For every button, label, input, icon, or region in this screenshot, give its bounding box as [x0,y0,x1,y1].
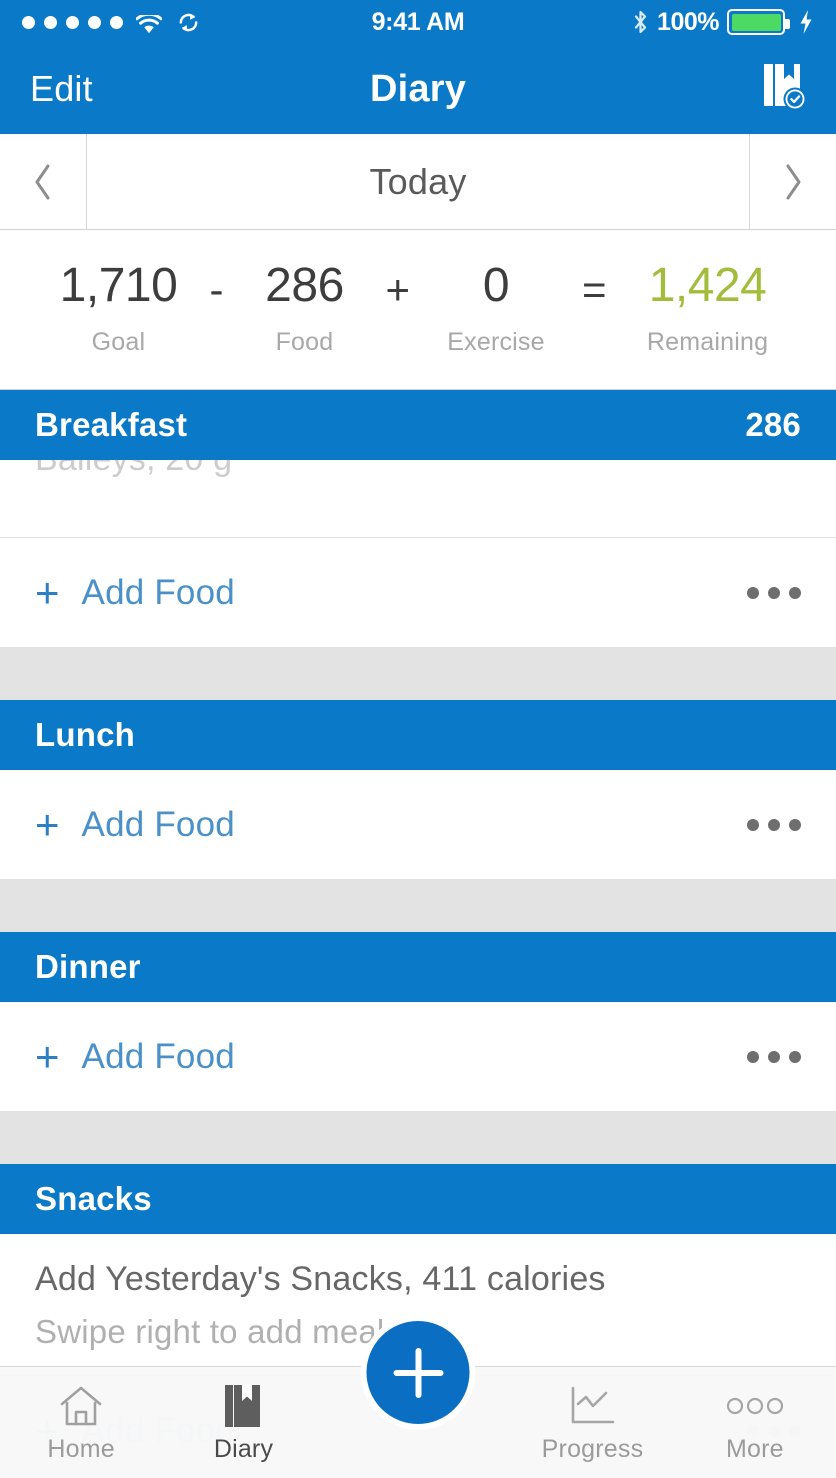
goal-label: Goal [91,328,146,356]
operator-equals: = [582,265,607,313]
lightning-bolt-icon [798,9,814,35]
battery-percent-label: 100% [657,7,719,36]
tab-progress[interactable]: Progress [511,1367,673,1464]
tab-label: Diary [213,1435,274,1463]
section-gap [0,880,836,932]
operator-plus: + [385,265,410,313]
meal-calories: 286 [745,406,801,443]
lunch-section: Lunch + Add Food [0,700,836,880]
add-food-row-lunch[interactable]: + Add Food [0,770,836,880]
tab-label: More [725,1435,784,1463]
tab-more[interactable]: More [674,1367,836,1464]
complete-diary-button[interactable] [762,62,807,117]
food-label: Food [275,328,334,356]
status-bar: 9:41 AM 100% [0,0,836,44]
page-title: Diary [369,67,467,110]
calorie-summary[interactable]: 1,710 Goal - 286 Food + 0 Exercise = 1,4… [0,230,836,390]
tab-label: Home [47,1435,115,1463]
meal-header-breakfast[interactable]: Breakfast 286 [0,390,836,460]
next-day-button[interactable] [749,134,836,229]
line-chart-icon [567,1381,617,1431]
goal-value: 1,710 [59,259,178,312]
ellipsis-icon[interactable] [747,1050,801,1063]
breakfast-section: Coffee Creamer Baileys, 20 g 92 Breakfas… [0,390,836,648]
summary-goal: 1,710 Goal [33,262,203,357]
operator-minus: - [209,265,224,313]
plus-icon: + [35,1032,60,1080]
plus-icon: + [35,568,60,616]
add-food-row-breakfast[interactable]: + Add Food [0,538,836,648]
add-food-label: Add Food [81,1036,235,1076]
tab-diary[interactable]: Diary [162,1367,324,1464]
meal-title: Snacks [35,1180,152,1217]
meal-title: Dinner [35,948,141,985]
food-entry-row[interactable] [0,460,836,538]
plus-icon [391,1346,445,1400]
home-icon [58,1381,104,1431]
suggestion-title: Add Yesterday's Snacks, 411 calories [35,1260,606,1298]
summary-remaining: 1,424 Remaining [613,262,803,357]
book-check-icon [762,62,807,117]
bluetooth-icon [632,10,649,34]
current-date-label[interactable]: Today [87,134,749,229]
meal-header-dinner[interactable]: Dinner [0,932,836,1002]
add-food-label: Add Food [81,572,235,612]
summary-food: 286 Food [229,262,379,357]
plus-icon: + [35,800,60,848]
date-navigation-bar: Today [0,134,836,230]
remaining-value: 1,424 [648,259,767,312]
battery-icon [727,9,790,35]
section-gap [0,1112,836,1164]
dinner-section: Dinner + Add Food [0,932,836,1112]
food-value: 286 [265,259,344,312]
app-screen: 9:41 AM 100% Edit Diary Today 1,710 Goal… [0,0,836,1478]
add-food-label: Add Food [81,804,235,844]
tab-home[interactable]: Home [0,1367,162,1464]
remaining-label: Remaining [646,328,769,356]
three-circles-icon [726,1381,784,1431]
book-icon [223,1381,263,1431]
exercise-value: 0 [482,259,510,312]
ellipsis-icon[interactable] [747,818,801,831]
summary-exercise: 0 Exercise [416,262,576,357]
meal-header-snacks[interactable]: Snacks [0,1164,836,1234]
section-gap [0,648,836,700]
add-food-row-dinner[interactable]: + Add Food [0,1002,836,1112]
ellipsis-icon[interactable] [747,586,801,599]
tab-label: Progress [541,1435,644,1463]
chevron-right-icon [782,163,804,201]
add-entry-fab[interactable] [360,1315,476,1430]
status-bar-right: 100% [632,8,814,37]
meal-title: Breakfast [35,406,188,443]
navigation-bar: Edit Diary [0,44,836,134]
meal-title: Lunch [35,716,135,753]
previous-day-button[interactable] [0,134,87,229]
meal-header-lunch[interactable]: Lunch [0,700,836,770]
exercise-label: Exercise [447,328,545,356]
chevron-left-icon [32,163,54,201]
